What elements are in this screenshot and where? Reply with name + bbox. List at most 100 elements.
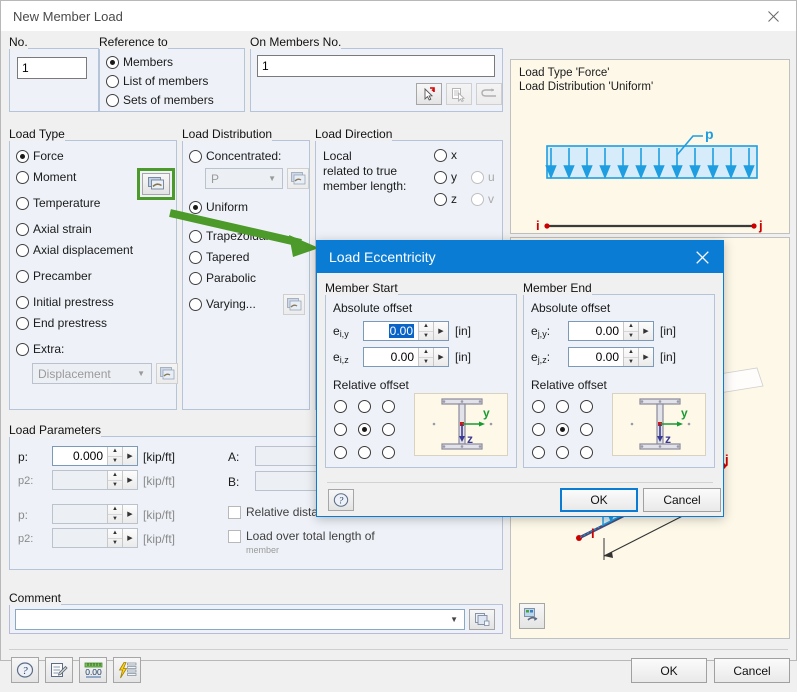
param-p4-spinner: ▲ ▼ ▶: [52, 528, 138, 548]
concentrated-type-combo[interactable]: P ▼: [205, 168, 283, 189]
relative-offset-cell-3[interactable]: [532, 423, 545, 436]
relative-offset-cell-5[interactable]: [580, 423, 593, 436]
radio-load-type-extra[interactable]: Extra:: [16, 342, 64, 356]
radio-direction-z[interactable]: z: [434, 192, 457, 206]
load-parameters-label: Load Parameters: [9, 423, 102, 437]
radio-distribution-varying[interactable]: Varying...: [189, 297, 256, 311]
on-members-input[interactable]: [257, 55, 495, 77]
spinner-more-icon[interactable]: ▶: [638, 348, 653, 366]
cancel-button[interactable]: Cancel: [714, 658, 790, 683]
checkbox-load-over-total-length[interactable]: Load over total length of member: [228, 529, 375, 557]
spinner-more-icon[interactable]: ▶: [433, 348, 448, 366]
comment-combo[interactable]: ▼: [15, 609, 465, 630]
window-title: New Member Load: [13, 8, 123, 24]
radio-label: Extra:: [33, 342, 65, 356]
spinner-updown[interactable]: ▲ ▼: [107, 447, 122, 465]
relative-offset-cell-3[interactable]: [334, 423, 347, 436]
radio-label: Initial prestress: [33, 295, 114, 309]
radio-label: Temperature: [33, 196, 101, 210]
relative-offset-cell-1[interactable]: [358, 400, 371, 413]
radio-distribution-trapezoidal[interactable]: Trapezoidal: [189, 229, 268, 243]
eccentricity-ok-button[interactable]: OK: [560, 488, 638, 512]
field-label-base: e: [333, 324, 340, 338]
radio-load-type-moment[interactable]: Moment: [16, 170, 76, 184]
relative-offset-cell-6[interactable]: [334, 446, 347, 459]
on-members-group: On Members No.: [250, 35, 503, 117]
eiz-spinner[interactable]: 0.00 ▲ ▼ ▶: [363, 347, 449, 367]
render-mode-icon[interactable]: [519, 603, 545, 629]
relative-offset-cell-4[interactable]: [358, 423, 371, 436]
no-input[interactable]: [17, 57, 87, 79]
radio-reference-members[interactable]: Members: [106, 55, 173, 69]
radio-load-type-initial-prestress[interactable]: Initial prestress: [16, 295, 114, 309]
radio-distribution-tapered[interactable]: Tapered: [189, 250, 249, 264]
radio-distribution-concentrated[interactable]: Concentrated:: [189, 149, 281, 163]
relative-offset-cell-8[interactable]: [580, 446, 593, 459]
radio-load-type-axial-displacement[interactable]: Axial displacement: [16, 243, 133, 257]
radio-load-type-precamber[interactable]: Precamber: [16, 269, 92, 283]
radio-load-type-axial-strain[interactable]: Axial strain: [16, 222, 92, 236]
i-beam-glyph: [432, 398, 493, 450]
radio-load-type-end-prestress[interactable]: End prestress: [16, 316, 107, 330]
param-p1-spinner[interactable]: 0.000 ▲ ▼ ▶: [52, 446, 138, 466]
param-p1-value[interactable]: 0.000: [53, 447, 107, 465]
spinner-more-icon[interactable]: ▶: [122, 447, 137, 465]
radio-direction-x[interactable]: x: [434, 148, 457, 162]
spinner-more-icon[interactable]: ▶: [433, 322, 448, 340]
relative-offset-cell-7[interactable]: [556, 446, 569, 459]
eiy-value[interactable]: 0.00: [364, 322, 418, 340]
eiy-spinner[interactable]: 0.00 ▲ ▼ ▶: [363, 321, 449, 341]
relative-offset-cell-4[interactable]: [556, 423, 569, 436]
relative-offset-cell-2[interactable]: [382, 400, 395, 413]
pick-member-icon[interactable]: [416, 83, 442, 105]
spinner-updown[interactable]: ▲ ▼: [623, 322, 638, 340]
radio-load-type-temperature[interactable]: Temperature: [16, 196, 100, 210]
settings-stack-glyph: [286, 298, 301, 311]
spinner-updown[interactable]: ▲ ▼: [623, 348, 638, 366]
extra-type-combo[interactable]: Displacement ▼: [32, 363, 152, 384]
param-p2-unit: [kip/ft]: [143, 474, 176, 488]
eccentricity-cancel-button[interactable]: Cancel: [643, 488, 721, 512]
close-icon[interactable]: [750, 1, 796, 31]
comment-library-icon[interactable]: [469, 609, 495, 630]
relative-offset-cell-1[interactable]: [556, 400, 569, 413]
ejy-spinner[interactable]: 0.00 ▲ ▼ ▶: [568, 321, 654, 341]
ok-button[interactable]: OK: [631, 658, 707, 683]
svg-text:?: ?: [22, 665, 28, 677]
radio-direction-y[interactable]: y: [434, 170, 457, 184]
radio-dot: [16, 243, 29, 257]
ejz-value[interactable]: 0.00: [569, 348, 623, 366]
close-icon[interactable]: [681, 241, 723, 273]
field-label-base: e: [531, 350, 538, 364]
spinner-updown: ▲ ▼: [107, 529, 122, 547]
load-type-settings-icon[interactable]: [142, 173, 170, 195]
relative-offset-cell-2[interactable]: [580, 400, 593, 413]
relative-offset-cell-5[interactable]: [382, 423, 395, 436]
radio-reference-sets-of-members[interactable]: Sets of members: [106, 93, 214, 107]
spinner-updown[interactable]: ▲ ▼: [418, 348, 433, 366]
radio-distribution-uniform[interactable]: Uniform: [189, 200, 248, 214]
settings-stack-glyph: [159, 367, 174, 380]
ejz-spinner[interactable]: 0.00 ▲ ▼ ▶: [568, 347, 654, 367]
spinner-updown[interactable]: ▲ ▼: [418, 322, 433, 340]
field-label-sub: j,z: [537, 355, 547, 365]
relative-offset-cell-8[interactable]: [382, 446, 395, 459]
eiz-value[interactable]: 0.00: [364, 348, 418, 366]
radio-distribution-parabolic[interactable]: Parabolic: [189, 271, 256, 285]
wizard-glyph: [118, 661, 136, 678]
relative-offset-cell-0[interactable]: [334, 400, 347, 413]
list-pick-glyph: [452, 87, 466, 102]
relative-offset-cell-0[interactable]: [532, 400, 545, 413]
radio-load-type-force[interactable]: Force: [16, 149, 64, 163]
radio-reference-list-of-members[interactable]: List of members: [106, 74, 208, 88]
ejy-value[interactable]: 0.00: [569, 322, 623, 340]
radio-label: Axial displacement: [33, 243, 134, 257]
chevron-down-icon[interactable]: ▼: [450, 615, 458, 624]
node-i-label-3d: i: [591, 526, 595, 541]
diagram-axis-y-end: y: [681, 406, 688, 420]
concentrated-settings-icon: [287, 168, 309, 189]
relative-offset-cell-7[interactable]: [358, 446, 371, 459]
relative-offset-cell-6[interactable]: [532, 446, 545, 459]
help-icon[interactable]: ?: [328, 489, 354, 511]
spinner-more-icon[interactable]: ▶: [638, 322, 653, 340]
